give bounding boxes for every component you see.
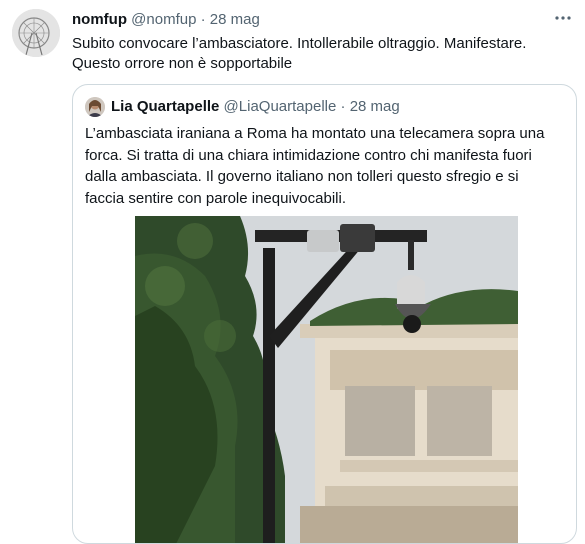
quoted-text-line: L’ambasciata iraniana a Roma ha montato … bbox=[85, 125, 545, 142]
quoted-author-name[interactable]: Lia Quartapelle bbox=[111, 98, 219, 115]
quoted-date[interactable]: 28 mag bbox=[350, 98, 400, 115]
portrait-avatar-image bbox=[85, 97, 105, 117]
quoted-text-line: dalla ambasciata. Il governo italiano no… bbox=[85, 168, 519, 185]
tweet-text-line: Questo orrore non è sopportabile bbox=[72, 55, 293, 72]
tweet[interactable]: nomfup @nomfup · 28 mag Subito convocare… bbox=[0, 0, 585, 544]
quoted-text-line: faccia sentire con parole inequivocabili… bbox=[85, 189, 346, 207]
separator: · bbox=[200, 11, 206, 28]
quoted-tweet[interactable]: Lia Quartapelle @LiaQuartapelle · 28 mag… bbox=[72, 84, 577, 544]
author-handle[interactable]: @nomfup bbox=[131, 11, 196, 28]
quoted-text: L’ambasciata iraniana a Roma ha montato … bbox=[85, 123, 565, 209]
tweet-text-line: Subito convocare l’ambasciatore. Intolle… bbox=[72, 35, 527, 52]
quoted-author-handle[interactable]: @LiaQuartapelle bbox=[224, 98, 337, 115]
ferris-wheel-avatar-image bbox=[12, 9, 60, 57]
separator: · bbox=[340, 98, 346, 115]
tweet-text: Subito convocare l’ambasciatore. Intolle… bbox=[72, 34, 572, 74]
quoted-text-line: forca. Si tratta di una chiara intimidaz… bbox=[85, 146, 532, 164]
gallows-camera-photo bbox=[135, 216, 518, 543]
quoted-avatar[interactable] bbox=[85, 97, 105, 117]
quoted-header: Lia Quartapelle @LiaQuartapelle · 28 mag bbox=[111, 98, 400, 116]
tweet-header: nomfup @nomfup · 28 mag bbox=[72, 11, 260, 29]
avatar[interactable] bbox=[12, 9, 60, 57]
quoted-media-photo[interactable] bbox=[135, 216, 518, 543]
author-name[interactable]: nomfup bbox=[72, 11, 127, 28]
tweet-date[interactable]: 28 mag bbox=[210, 11, 260, 28]
ellipsis-icon[interactable] bbox=[553, 8, 573, 33]
